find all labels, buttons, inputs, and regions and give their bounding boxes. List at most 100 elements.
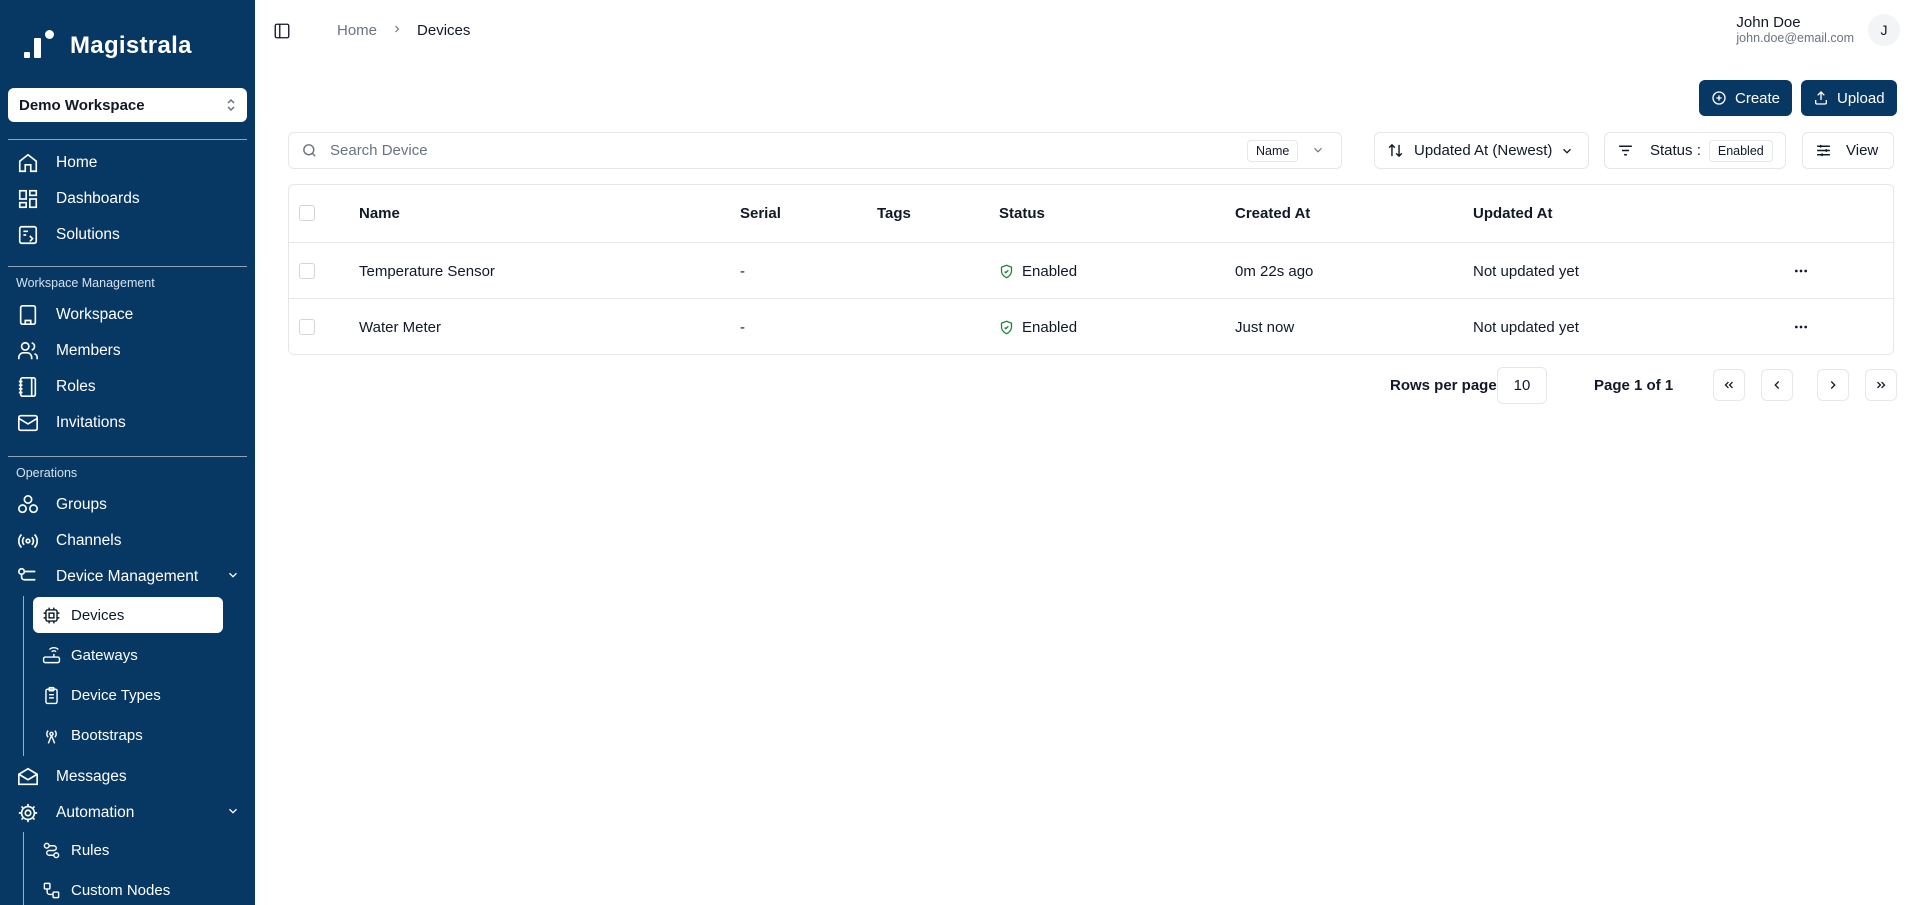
view-options-button[interactable]: View bbox=[1802, 132, 1894, 169]
brand-logo[interactable]: Magistrala bbox=[22, 30, 192, 62]
search-input[interactable]: Search Device bbox=[330, 142, 1341, 159]
last-page-button[interactable] bbox=[1865, 369, 1897, 401]
breadcrumb-current: Devices bbox=[417, 22, 471, 39]
sidebar-item-invitations[interactable]: Invitations bbox=[16, 406, 126, 440]
sidebar-item-label: Automation bbox=[56, 804, 135, 821]
column-header-created-at[interactable]: Created At bbox=[1235, 185, 1310, 241]
sidebar-item-dashboards[interactable]: Dashboards bbox=[16, 182, 140, 216]
route-icon bbox=[41, 840, 61, 860]
shield-check-icon bbox=[999, 320, 1014, 335]
next-page-button[interactable] bbox=[1817, 369, 1849, 401]
row-checkbox[interactable] bbox=[299, 319, 315, 335]
sidebar-item-bootstraps[interactable]: Bootstraps bbox=[33, 717, 223, 753]
sidebar-item-channels[interactable]: Channels bbox=[16, 524, 122, 558]
search-icon bbox=[301, 142, 318, 159]
rows-per-page-select[interactable]: 10 bbox=[1497, 367, 1547, 404]
sidebar-item-devices[interactable]: Devices bbox=[33, 597, 223, 633]
chevrons-right-icon bbox=[1877, 381, 1886, 389]
device-name: Water Meter bbox=[359, 318, 441, 336]
search-field-select[interactable]: Name bbox=[1247, 140, 1299, 162]
chevron-down-icon bbox=[226, 804, 240, 823]
chevron-left-icon bbox=[1774, 381, 1780, 389]
sidebar: Magistrala Demo Workspace Home Dashboard… bbox=[0, 0, 255, 905]
sidebar-item-members[interactable]: Members bbox=[16, 334, 121, 368]
broadcast-icon bbox=[16, 529, 40, 553]
row-checkbox[interactable] bbox=[299, 263, 315, 279]
upload-button-label: Upload bbox=[1837, 89, 1885, 107]
chevrons-left-icon bbox=[1724, 381, 1733, 389]
user-name: John Doe bbox=[1736, 14, 1801, 31]
sidebar-item-label: Custom Nodes bbox=[71, 881, 171, 899]
sidebar-item-rules[interactable]: Rules bbox=[33, 832, 223, 868]
first-page-button[interactable] bbox=[1713, 369, 1745, 401]
device-updated-at: Not updated yet bbox=[1473, 262, 1579, 280]
sidebar-item-device-management[interactable]: Device Management bbox=[16, 560, 241, 594]
sidebar-item-custom-nodes[interactable]: Custom Nodes bbox=[33, 872, 223, 905]
sidebar-item-home[interactable]: Home bbox=[16, 146, 97, 180]
sidebar-item-automation[interactable]: Automation bbox=[16, 796, 241, 830]
sliders-icon bbox=[1815, 142, 1832, 159]
sidebar-item-messages[interactable]: Messages bbox=[16, 760, 127, 794]
column-header-status[interactable]: Status bbox=[999, 185, 1045, 241]
sidebar-item-label: Home bbox=[56, 154, 98, 171]
sidebar-item-label: Solutions bbox=[56, 226, 120, 243]
create-button[interactable]: Create bbox=[1699, 80, 1793, 116]
column-header-updated-at[interactable]: Updated At bbox=[1473, 185, 1552, 241]
sidebar-toggle-button[interactable] bbox=[273, 22, 291, 40]
upload-button[interactable]: Upload bbox=[1801, 80, 1897, 116]
device-name: Temperature Sensor bbox=[359, 262, 495, 280]
sort-arrows-icon bbox=[1387, 142, 1404, 159]
status-text: Enabled bbox=[1022, 262, 1078, 280]
panel-left-icon bbox=[274, 23, 290, 39]
row-actions-button[interactable] bbox=[1793, 299, 1809, 355]
breadcrumb-home-link[interactable]: Home bbox=[337, 22, 377, 39]
chevron-down-icon[interactable] bbox=[1311, 143, 1325, 161]
mail-open-icon bbox=[16, 765, 40, 789]
chevron-down-icon bbox=[1560, 144, 1574, 158]
column-header-serial[interactable]: Serial bbox=[740, 185, 781, 241]
sidebar-item-device-types[interactable]: Device Types bbox=[33, 677, 223, 713]
select-all-checkbox[interactable] bbox=[299, 205, 315, 221]
view-options-label: View bbox=[1846, 142, 1879, 159]
user-menu[interactable]: John Doe john.doe@email.com J bbox=[1736, 14, 1900, 46]
sidebar-item-workspace[interactable]: Workspace bbox=[16, 298, 133, 332]
page-indicator: Page 1 of 1 bbox=[1594, 377, 1674, 394]
breadcrumb: Home Devices bbox=[337, 22, 470, 39]
table-row[interactable]: Water Meter - Enabled Just now Not updat… bbox=[289, 298, 1893, 354]
chevron-right-icon bbox=[391, 23, 403, 38]
rows-per-page-label: Rows per page bbox=[1390, 377, 1497, 394]
table-row[interactable]: Temperature Sensor - Enabled 0m 22s ago … bbox=[289, 242, 1893, 298]
dashboards-icon bbox=[16, 187, 40, 211]
row-actions-button[interactable] bbox=[1793, 243, 1809, 299]
building-icon bbox=[16, 303, 40, 327]
sidebar-item-solutions[interactable]: Solutions bbox=[16, 218, 120, 252]
section-label-operations: Operations bbox=[16, 466, 78, 480]
chevron-down-icon bbox=[226, 568, 240, 587]
workspace-selector[interactable]: Demo Workspace bbox=[8, 88, 247, 122]
sidebar-item-label: Workspace bbox=[56, 306, 134, 323]
section-label-workspace-management: Workspace Management bbox=[16, 276, 155, 290]
cog-icon bbox=[16, 801, 40, 825]
more-horizontal-icon bbox=[1795, 325, 1807, 329]
home-icon bbox=[16, 151, 40, 175]
device-serial: - bbox=[740, 318, 745, 336]
search-bar: Search Device Name bbox=[288, 132, 1342, 169]
sidebar-item-label: Messages bbox=[56, 768, 127, 785]
sidebar-item-label: Dashboards bbox=[56, 190, 140, 207]
logo-mark-icon bbox=[22, 30, 64, 62]
sidebar-item-roles[interactable]: Roles bbox=[16, 370, 96, 404]
sidebar-item-groups[interactable]: Groups bbox=[16, 488, 107, 522]
sidebar-item-gateways[interactable]: Gateways bbox=[33, 637, 223, 673]
sidebar-item-label: Device Management bbox=[56, 568, 199, 585]
sort-select[interactable]: Updated At (Newest) bbox=[1374, 132, 1589, 169]
chevrons-up-down-icon bbox=[226, 98, 236, 112]
sidebar-item-label: Bootstraps bbox=[71, 726, 143, 744]
avatar[interactable]: J bbox=[1868, 14, 1900, 46]
column-header-name[interactable]: Name bbox=[359, 185, 400, 241]
clipboard-icon bbox=[41, 685, 61, 705]
status-filter-button[interactable]: Status : Enabled bbox=[1604, 132, 1786, 169]
previous-page-button[interactable] bbox=[1761, 369, 1793, 401]
sort-select-value: Updated At (Newest) bbox=[1414, 142, 1553, 159]
column-header-tags[interactable]: Tags bbox=[877, 185, 911, 241]
chevron-right-icon bbox=[1830, 381, 1836, 389]
